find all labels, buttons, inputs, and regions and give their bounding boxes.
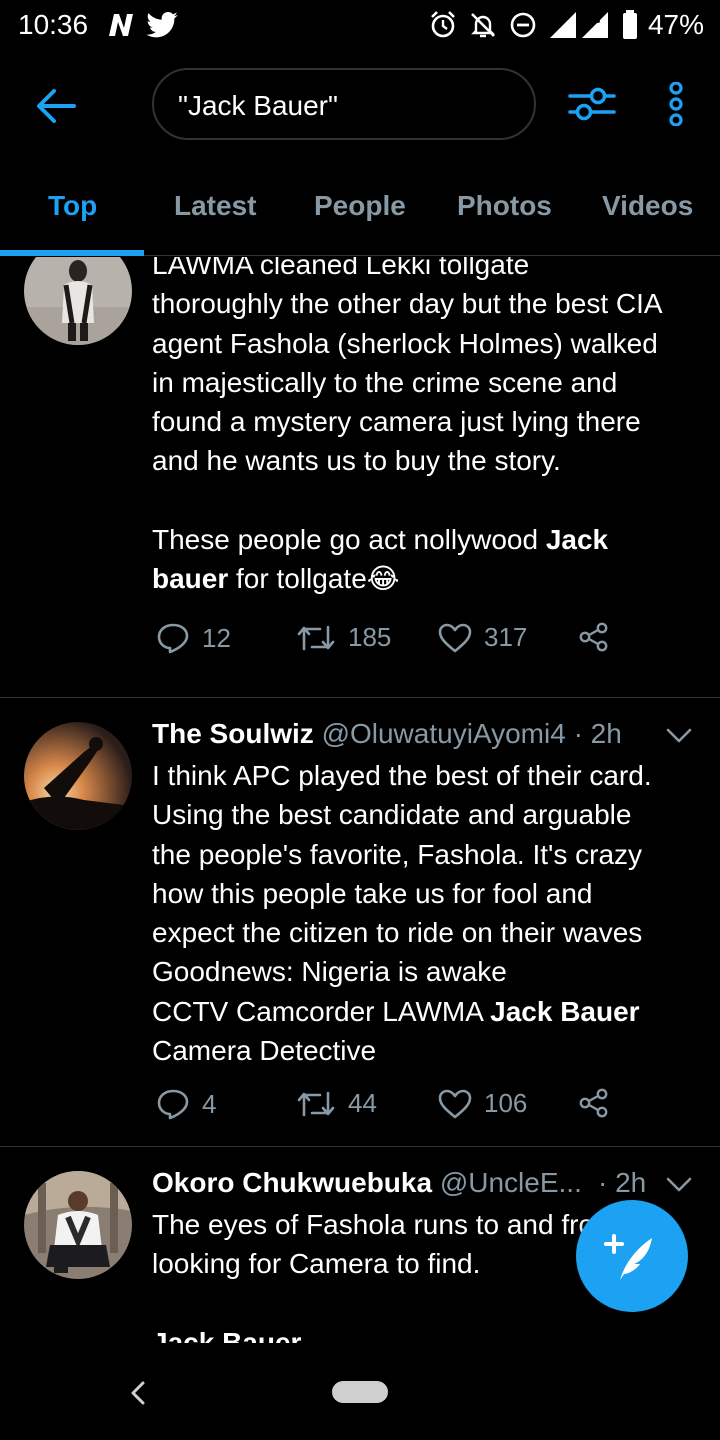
status-time: 10:36: [18, 9, 89, 40]
search-query: "Jack Bauer": [178, 90, 338, 121]
tweet-time: · 2h: [598, 1167, 647, 1198]
reply-icon: [157, 1089, 189, 1120]
reply-button[interactable]: 12: [156, 622, 231, 654]
share-icon: [579, 622, 608, 652]
share-icon: [579, 1088, 608, 1118]
tweet-item[interactable]: The Soulwiz @OluwatuyiAyomi4 · 2h I thin…: [0, 698, 720, 1147]
retweet-icon: [297, 1091, 335, 1116]
n-notification-icon: [109, 14, 133, 36]
notification-icons: [106, 10, 178, 40]
tweet-header: The Soulwiz @OluwatuyiAyomi4 · 2h: [152, 718, 622, 750]
tab-photos[interactable]: Photos: [457, 190, 552, 222]
highlight-term: bauer: [152, 563, 229, 595]
author-handle: @OluwatuyiAyomi4 · 2h: [321, 718, 622, 749]
reply-button[interactable]: 4: [156, 1088, 216, 1120]
retweet-button[interactable]: 44: [296, 1088, 377, 1119]
back-button[interactable]: [30, 80, 82, 132]
highlight-term: Jack: [545, 524, 609, 556]
like-button[interactable]: 106: [438, 1088, 527, 1119]
compose-tweet-button[interactable]: [576, 1200, 688, 1312]
twitter-icon: [146, 12, 178, 38]
signal-icon: 3G: [549, 12, 608, 38]
alarm-icon: [431, 11, 455, 38]
system-icons: 3G 47%: [428, 9, 704, 41]
sliders-icon: [568, 87, 616, 121]
search-filter-button[interactable]: [566, 78, 618, 130]
highlight-term: Jack Bauer: [490, 995, 640, 1027]
reply-icon: [157, 623, 189, 654]
tweet-text: I think APC played the best of their car…: [152, 760, 652, 1067]
nav-back-button[interactable]: [124, 1379, 152, 1407]
author-name[interactable]: Okoro Chukwuebuka: [152, 1167, 432, 1198]
search-input[interactable]: "Jack Bauer": [152, 68, 536, 140]
share-button[interactable]: [578, 622, 610, 652]
search-header: "Jack Bauer": [0, 52, 720, 162]
avatar[interactable]: [24, 722, 132, 830]
system-nav-bar: [0, 1343, 720, 1440]
svg-text:3G: 3G: [584, 13, 601, 26]
chevron-down-icon[interactable]: [666, 726, 692, 746]
retweet-button[interactable]: 185: [296, 622, 391, 653]
chevron-left-icon: [131, 1381, 145, 1405]
tweet-header: Okoro Chukwuebuka @UncleE...: [152, 1167, 582, 1199]
chevron-down-icon[interactable]: [666, 1175, 692, 1195]
battery-percent: 47%: [647, 9, 704, 40]
more-vertical-icon: [669, 82, 683, 126]
retweet-icon: [297, 625, 335, 650]
highlight-term: Jack Bauer: [152, 1326, 302, 1343]
author-handle: @UncleE...: [439, 1167, 582, 1198]
tweet-text: LAWMA cleaned Lekki tollgate thoroughly …: [152, 257, 663, 595]
mute-icon: [471, 13, 495, 38]
share-button[interactable]: [578, 1088, 610, 1118]
avatar[interactable]: [24, 1171, 132, 1279]
compose-feather-icon: [604, 1234, 652, 1280]
active-tab-indicator: [0, 250, 144, 256]
status-bar: 10:36 3G 47%: [0, 0, 720, 52]
tab-videos[interactable]: Videos: [602, 190, 693, 222]
tab-latest[interactable]: Latest: [174, 190, 256, 222]
heart-icon: [438, 1089, 472, 1118]
tweet-item[interactable]: LAWMA cleaned Lekki tollgate thoroughly …: [0, 257, 720, 698]
tab-top[interactable]: Top: [48, 190, 97, 222]
dnd-icon: [510, 12, 536, 38]
tab-people[interactable]: People: [314, 190, 406, 222]
heart-icon: [438, 623, 472, 652]
search-tabs: Top Latest People Photos Videos: [0, 162, 720, 256]
battery-icon: [622, 10, 637, 39]
more-options-button[interactable]: [650, 78, 702, 130]
nav-home-pill[interactable]: [332, 1381, 388, 1403]
like-button[interactable]: 317: [438, 622, 527, 653]
author-name[interactable]: The Soulwiz: [152, 718, 314, 749]
avatar[interactable]: [24, 257, 132, 345]
arrow-left-icon: [37, 89, 76, 123]
tweet-feed[interactable]: LAWMA cleaned Lekki tollgate thoroughly …: [0, 257, 720, 1343]
